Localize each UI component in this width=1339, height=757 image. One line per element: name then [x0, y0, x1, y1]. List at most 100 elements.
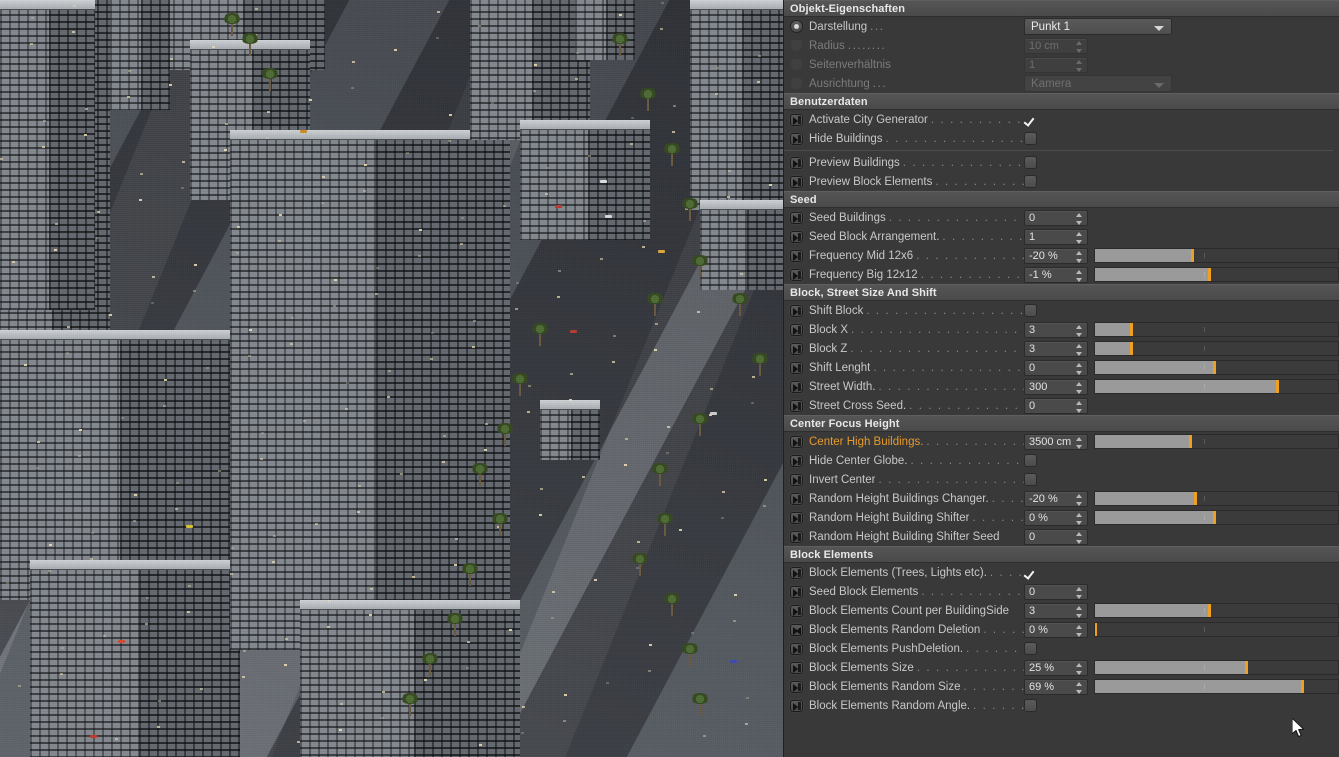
- section-header-user-data[interactable]: Benutzerdaten: [784, 93, 1339, 110]
- property-row[interactable]: Ausrichtung... Kamera: [784, 74, 1339, 93]
- anim-track-icon[interactable]: [790, 435, 803, 448]
- spinner-arrows-icon[interactable]: [1076, 362, 1083, 375]
- number-field-frequency-big-12x12[interactable]: -1 %: [1024, 266, 1088, 283]
- property-row[interactable]: Seed Buildings. . . . . . . . . . . . . …: [784, 208, 1339, 227]
- spinner-arrows-icon[interactable]: [1076, 512, 1083, 525]
- anim-track-icon[interactable]: [790, 492, 803, 505]
- checkbox-block-elements-random-angle[interactable]: [1024, 699, 1037, 712]
- number-field-block-elements-random-size[interactable]: 69 %: [1024, 678, 1088, 695]
- section-header-object-properties[interactable]: Objekt-Eigenschaften: [784, 0, 1339, 17]
- slider-knob[interactable]: [1095, 623, 1097, 636]
- anim-track-icon[interactable]: [790, 680, 803, 693]
- spinner-arrows-icon[interactable]: [1076, 436, 1083, 449]
- property-row[interactable]: Block Elements (Trees, Lights etc).. . .…: [784, 563, 1339, 582]
- slider-block-elements-random-size[interactable]: [1094, 679, 1339, 694]
- property-row[interactable]: Street Width.. . . . . . . . . . . . . .…: [784, 377, 1339, 396]
- slider-frequency-mid-12x6[interactable]: [1094, 248, 1339, 263]
- number-field-shift-lenght[interactable]: 0: [1024, 359, 1088, 376]
- anim-track-icon[interactable]: [790, 585, 803, 598]
- spinner-arrows-icon[interactable]: [1076, 605, 1083, 618]
- dropdown-ausrichtung[interactable]: Kamera: [1024, 75, 1172, 92]
- anim-track-icon[interactable]: [790, 642, 803, 655]
- dropdown-darstellung[interactable]: Punkt 1: [1024, 18, 1172, 35]
- anim-track-icon[interactable]: [790, 473, 803, 486]
- slider-knob[interactable]: [1208, 604, 1212, 617]
- spinner-arrows-icon[interactable]: [1076, 324, 1083, 337]
- checkbox-block-elements-pushdeletion[interactable]: [1024, 642, 1037, 655]
- property-row[interactable]: Hide Center Globe.. . . . . . . . . . . …: [784, 451, 1339, 470]
- slider-block-elements-size[interactable]: [1094, 660, 1339, 675]
- section-header-center-focus-height[interactable]: Center Focus Height: [784, 415, 1339, 432]
- keyframe-radio-icon[interactable]: [790, 20, 803, 33]
- spinner-arrows-icon[interactable]: [1076, 681, 1083, 694]
- section-header-block-street-size-and-shift[interactable]: Block, Street Size And Shift: [784, 284, 1339, 301]
- slider-frequency-big-12x12[interactable]: [1094, 267, 1339, 282]
- number-field-random-height-buildings-changer[interactable]: -20 %: [1024, 490, 1088, 507]
- anim-track-icon[interactable]: [790, 399, 803, 412]
- number-field-seed-block-arrangement[interactable]: 1: [1024, 228, 1088, 245]
- number-field-block-elements-random-deletion[interactable]: 0 %: [1024, 621, 1088, 638]
- property-row[interactable]: Random Height Building Shifter Seed 0: [784, 527, 1339, 546]
- property-row[interactable]: Darstellung... Punkt 1: [784, 17, 1339, 36]
- property-row[interactable]: Block X. . . . . . . . . . . . . . . . .…: [784, 320, 1339, 339]
- anim-track-icon[interactable]: [790, 268, 803, 281]
- number-field-random-height-building-shifter[interactable]: 0 %: [1024, 509, 1088, 526]
- checkbox-preview-block-elements[interactable]: [1024, 175, 1037, 188]
- property-row[interactable]: Frequency Mid 12x6. . . . . . . . . . . …: [784, 246, 1339, 265]
- property-row[interactable]: Invert Center. . . . . . . . . . . . . .…: [784, 470, 1339, 489]
- anim-track-icon[interactable]: [790, 604, 803, 617]
- number-field-block-x[interactable]: 3: [1024, 321, 1088, 338]
- number-field-seed-buildings[interactable]: 0: [1024, 209, 1088, 226]
- anim-track-icon[interactable]: [790, 249, 803, 262]
- anim-track-dual-icon[interactable]: [790, 623, 803, 636]
- slider-knob[interactable]: [1213, 361, 1217, 374]
- slider-block-x[interactable]: [1094, 322, 1339, 337]
- spinner-arrows-icon[interactable]: [1076, 381, 1083, 394]
- checkbox-shift-block[interactable]: [1024, 304, 1037, 317]
- slider-knob[interactable]: [1191, 249, 1195, 262]
- slider-knob[interactable]: [1130, 323, 1134, 336]
- property-row[interactable]: Block Elements PushDeletion.. . . . . . …: [784, 639, 1339, 658]
- 3d-city-render-viewport[interactable]: [0, 0, 783, 757]
- spinner-arrows-icon[interactable]: [1076, 250, 1083, 263]
- number-field-radius[interactable]: 10 cm: [1024, 37, 1088, 54]
- spinner-arrows-icon[interactable]: [1076, 493, 1083, 506]
- anim-track-icon[interactable]: [790, 113, 803, 126]
- property-row[interactable]: Shift Lenght. . . . . . . . . . . . . . …: [784, 358, 1339, 377]
- slider-block-elements-count-per-buildingside[interactable]: [1094, 603, 1339, 618]
- property-row[interactable]: Radius........ 10 cm: [784, 36, 1339, 55]
- slider-knob[interactable]: [1244, 661, 1248, 674]
- checkbox-hide-center-globe[interactable]: [1024, 454, 1037, 467]
- number-field-random-height-building-shifter-seed[interactable]: 0: [1024, 528, 1088, 545]
- spinner-arrows-icon[interactable]: [1076, 269, 1083, 282]
- slider-knob[interactable]: [1188, 435, 1192, 448]
- anim-track-icon[interactable]: [790, 230, 803, 243]
- property-row[interactable]: Seed Block Arrangement.. . . . . . . . .…: [784, 227, 1339, 246]
- spinner-arrows-icon[interactable]: [1076, 586, 1083, 599]
- property-row[interactable]: Center High Buildings.. . . . . . . . . …: [784, 432, 1339, 451]
- slider-knob[interactable]: [1208, 268, 1212, 281]
- property-row[interactable]: Block Elements Random Size. . . . . . . …: [784, 677, 1339, 696]
- anim-track-icon[interactable]: [790, 175, 803, 188]
- slider-random-height-building-shifter[interactable]: [1094, 510, 1339, 525]
- anim-track-icon[interactable]: [790, 361, 803, 374]
- checkbox-invert-center[interactable]: [1024, 473, 1037, 486]
- anim-track-icon[interactable]: [790, 661, 803, 674]
- number-field-block-elements-count-per-buildingside[interactable]: 3: [1024, 602, 1088, 619]
- property-row[interactable]: Random Height Building Shifter. . . . . …: [784, 508, 1339, 527]
- anim-track-icon[interactable]: [790, 304, 803, 317]
- anim-track-icon[interactable]: [790, 156, 803, 169]
- property-row[interactable]: Shift Block. . . . . . . . . . . . . . .…: [784, 301, 1339, 320]
- number-field-street-cross-seed[interactable]: 0: [1024, 397, 1088, 414]
- property-row[interactable]: Block Elements Size. . . . . . . . . . .…: [784, 658, 1339, 677]
- slider-knob[interactable]: [1193, 492, 1197, 505]
- number-field-block-elements-size[interactable]: 25 %: [1024, 659, 1088, 676]
- spinner-arrows-icon[interactable]: [1076, 343, 1083, 356]
- slider-center-high-buildings[interactable]: [1094, 434, 1339, 449]
- spinner-arrows-icon[interactable]: [1076, 624, 1083, 637]
- anim-track-icon[interactable]: [790, 380, 803, 393]
- property-row[interactable]: Block Z. . . . . . . . . . . . . . . . .…: [784, 339, 1339, 358]
- property-row[interactable]: Block Elements Random Angle.. . . . . . …: [784, 696, 1339, 715]
- section-header-block-elements[interactable]: Block Elements: [784, 546, 1339, 563]
- section-header-seed[interactable]: Seed: [784, 191, 1339, 208]
